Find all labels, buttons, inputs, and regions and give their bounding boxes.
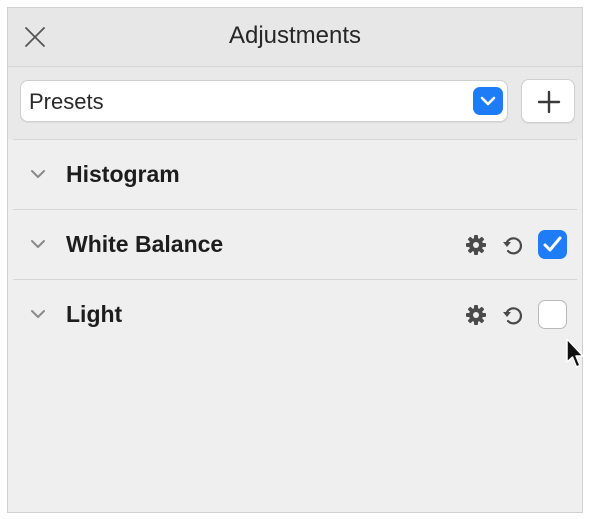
gear-icon[interactable] [465,304,487,326]
adjustment-sections: Histogram White Balance Light [8,139,582,349]
reset-icon[interactable] [502,234,524,256]
title-bar: Adjustments [8,8,582,67]
adjustments-panel: Adjustments Presets Histogram White Bala… [7,7,583,513]
enable-checkbox[interactable] [538,230,567,259]
enable-checkbox[interactable] [538,300,567,329]
mouse-pointer-icon [566,338,584,368]
section-label: Light [66,301,123,327]
add-preset-button[interactable] [521,79,575,123]
reset-icon[interactable] [502,304,524,326]
chevron-down-icon[interactable] [30,169,46,179]
panel-title: Adjustments [228,22,362,49]
section-light[interactable]: Light [8,280,582,349]
chevron-down-icon[interactable] [30,239,46,249]
section-white-balance[interactable]: White Balance [8,210,582,279]
section-histogram[interactable]: Histogram [8,140,582,209]
presets-selected-value: Presets [29,89,104,114]
preset-bar: Presets [8,67,582,139]
chevron-down-icon[interactable] [30,309,46,319]
plus-icon [537,90,561,114]
chevron-down-icon [473,87,503,115]
section-actions [465,229,567,259]
gear-icon[interactable] [465,234,487,256]
presets-dropdown[interactable]: Presets [20,80,508,122]
section-label: Histogram [66,161,180,187]
section-label: White Balance [66,231,224,257]
checkmark-icon [543,236,562,252]
section-actions [465,299,567,329]
